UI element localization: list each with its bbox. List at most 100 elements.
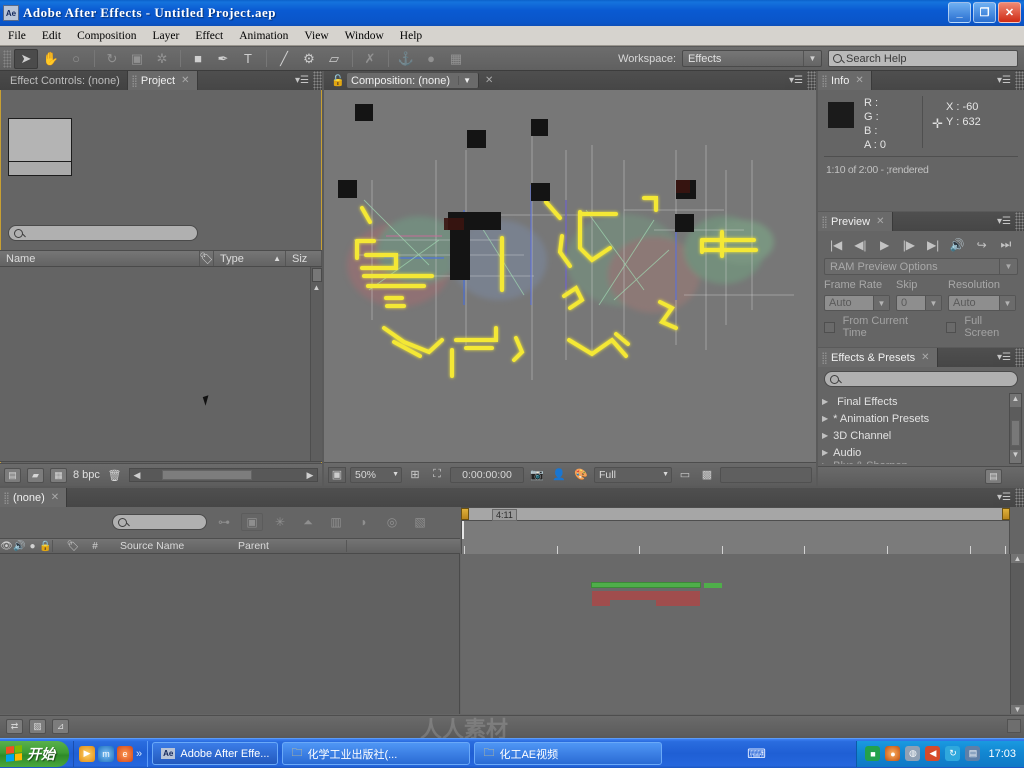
last-frame-icon[interactable]: ▶| bbox=[923, 238, 943, 252]
effects-item-audio[interactable]: ▶ Audio bbox=[822, 444, 1008, 461]
new-animation-preset-icon[interactable]: ▤ bbox=[985, 469, 1002, 484]
region-of-interest-toggle-icon[interactable]: ▭ bbox=[676, 467, 694, 483]
lock-icon[interactable]: 🔒 bbox=[39, 541, 52, 552]
show-snapshot-icon[interactable]: 👤 bbox=[550, 467, 568, 483]
roto-brush-tool[interactable]: ✗ bbox=[358, 49, 382, 69]
puppet-pin-tool[interactable]: ⚓ bbox=[394, 49, 418, 69]
hide-shy-layers-icon[interactable]: ◎ bbox=[381, 513, 403, 531]
current-timecode[interactable]: 0:00:00:00 bbox=[450, 466, 524, 483]
scroll-down-arrow-icon[interactable]: ▼ bbox=[1010, 450, 1021, 463]
shape-tool[interactable]: ■ bbox=[186, 49, 210, 69]
close-icon[interactable]: ✕ bbox=[479, 75, 499, 86]
expand-collapse-icon[interactable]: ⊿ bbox=[52, 718, 69, 734]
type-tool[interactable]: T bbox=[236, 49, 260, 69]
frame-rate-select[interactable]: Auto ▼ bbox=[824, 295, 890, 311]
close-icon[interactable]: ✕ bbox=[921, 352, 929, 363]
eraser-tool[interactable]: ▱ bbox=[322, 49, 346, 69]
panel-grip[interactable] bbox=[1015, 71, 1024, 90]
taskbar-item-folder-publisher[interactable]: 🗀 化学工业出版社(... bbox=[282, 742, 471, 765]
brainstorm-icon[interactable]: ▥ bbox=[325, 513, 347, 531]
search-help-input[interactable]: Search Help bbox=[828, 50, 1018, 67]
new-composition-icon[interactable]: ▦ bbox=[50, 467, 67, 483]
close-button[interactable]: ✕ bbox=[998, 2, 1021, 23]
work-area-end-handle[interactable] bbox=[1002, 508, 1010, 520]
effects-item-final-effects[interactable]: ▶ Final Effects bbox=[822, 393, 1008, 410]
from-current-time-checkbox[interactable] bbox=[824, 321, 835, 333]
scroll-up-arrow-icon[interactable]: ▲ bbox=[1011, 554, 1024, 563]
panel-menu-icon[interactable]: ▾☰ bbox=[993, 348, 1015, 367]
graph-editor-icon[interactable]: ⏶ bbox=[297, 513, 319, 531]
rotation-tool[interactable]: ↻ bbox=[100, 49, 124, 69]
scroll-up-arrow-icon[interactable]: ▲ bbox=[1010, 394, 1021, 407]
tab-effects-presets[interactable]: Effects & Presets ✕ bbox=[818, 348, 938, 367]
work-area-start-handle[interactable] bbox=[461, 508, 469, 520]
messenger-icon[interactable]: ● bbox=[885, 746, 901, 761]
first-frame-icon[interactable]: |◀ bbox=[826, 238, 846, 252]
panel-menu-icon[interactable]: ▾☰ bbox=[993, 212, 1015, 231]
full-screen-checkbox[interactable] bbox=[945, 321, 957, 333]
scroll-down-arrow-icon[interactable]: ▼ bbox=[1011, 705, 1024, 714]
pen-tool[interactable]: ✒ bbox=[211, 49, 235, 69]
new-folder-icon[interactable]: ▰ bbox=[27, 467, 44, 483]
shield-icon[interactable]: ■ bbox=[865, 746, 881, 761]
effects-item-animation-presets[interactable]: ▶ * Animation Presets bbox=[822, 410, 1008, 427]
chevron-right-icon[interactable]: » bbox=[136, 748, 142, 760]
taskbar-item-after-effects[interactable]: Ae Adobe After Effe... bbox=[152, 742, 279, 765]
composition-mini-flowchart-icon[interactable]: ⊶ bbox=[213, 513, 235, 531]
delete-icon[interactable]: 🗑 bbox=[106, 468, 123, 483]
panel-grip[interactable] bbox=[1015, 212, 1024, 231]
pan-behind-tool[interactable]: ✲ bbox=[150, 49, 174, 69]
puppet-starch-tool[interactable]: ▦ bbox=[444, 49, 468, 69]
menu-animation[interactable]: Animation bbox=[231, 28, 296, 44]
tab-info[interactable]: Info ✕ bbox=[818, 71, 872, 90]
start-button[interactable]: 开始 bbox=[0, 740, 69, 767]
auto-keyframe-icon[interactable]: ◗ bbox=[353, 513, 375, 531]
ram-preview-options-select[interactable]: RAM Preview Options ▼ bbox=[824, 258, 1018, 275]
panel-menu-icon[interactable]: ▾☰ bbox=[291, 71, 313, 90]
menu-effect[interactable]: Effect bbox=[187, 28, 231, 44]
network-icon[interactable]: ◍ bbox=[905, 746, 921, 761]
label-color-icon[interactable]: 🏷 bbox=[62, 541, 84, 552]
resize-grip-icon[interactable] bbox=[1007, 719, 1021, 733]
ram-preview-icon[interactable]: ⏭ bbox=[996, 237, 1016, 252]
browser-icon[interactable]: e bbox=[117, 745, 133, 762]
close-icon[interactable]: ✕ bbox=[181, 75, 189, 86]
keyboard-icon[interactable]: ⌨ bbox=[747, 746, 772, 762]
solo-icon[interactable]: ● bbox=[26, 541, 39, 552]
scroll-left-arrow-icon[interactable]: ◀ bbox=[130, 470, 144, 481]
panel-menu-icon[interactable]: ▾☰ bbox=[993, 71, 1015, 90]
project-item-list[interactable]: ▲ bbox=[0, 267, 322, 462]
grid-guides-icon[interactable]: ⛶ bbox=[428, 467, 446, 483]
play-icon[interactable]: ▶ bbox=[875, 238, 895, 252]
scroll-thumb[interactable] bbox=[311, 268, 322, 282]
scroll-right-arrow-icon[interactable]: ▶ bbox=[303, 470, 317, 481]
effects-search-input[interactable] bbox=[824, 371, 1018, 387]
audio-speaker-icon[interactable]: 🔊 bbox=[13, 541, 26, 552]
always-preview-icon[interactable]: ▣ bbox=[328, 466, 346, 483]
region-of-interest-icon[interactable]: ⊞ bbox=[406, 467, 424, 483]
effects-item-3d-channel[interactable]: ▶ 3D Channel bbox=[822, 427, 1008, 444]
time-indicator[interactable] bbox=[462, 521, 464, 539]
menu-layer[interactable]: Layer bbox=[145, 28, 188, 44]
scroll-up-arrow-icon[interactable]: ▲ bbox=[311, 283, 322, 292]
timeline-search-input[interactable] bbox=[112, 514, 207, 530]
panel-grip[interactable] bbox=[1015, 488, 1024, 507]
update-icon[interactable]: ↻ bbox=[945, 746, 961, 761]
brush-tool[interactable]: ╱ bbox=[272, 49, 296, 69]
lock-icon[interactable]: 🔓 bbox=[329, 71, 347, 90]
display-icon[interactable]: ▤ bbox=[965, 746, 981, 761]
previous-frame-icon[interactable]: ◀| bbox=[850, 238, 870, 252]
camera-tool[interactable]: ▣ bbox=[125, 49, 149, 69]
chevron-right-icon[interactable]: ▶ bbox=[822, 461, 828, 464]
tab-timeline[interactable]: (none) ✕ bbox=[0, 488, 68, 507]
panel-menu-icon[interactable]: ▾☰ bbox=[993, 488, 1015, 507]
audio-icon[interactable]: 🔊 bbox=[947, 238, 967, 252]
h-scroll-thumb[interactable] bbox=[161, 470, 252, 480]
chevron-right-icon[interactable]: ▶ bbox=[822, 431, 828, 440]
timeline-ruler[interactable]: 4:11 bbox=[461, 507, 1010, 521]
panel-grip[interactable] bbox=[313, 71, 322, 90]
close-icon[interactable]: ✕ bbox=[51, 492, 59, 503]
project-horizontal-scrollbar[interactable]: ◀ ▶ bbox=[128, 468, 318, 482]
close-icon[interactable]: ✕ bbox=[855, 75, 863, 86]
outlook-icon[interactable]: m bbox=[98, 745, 114, 762]
